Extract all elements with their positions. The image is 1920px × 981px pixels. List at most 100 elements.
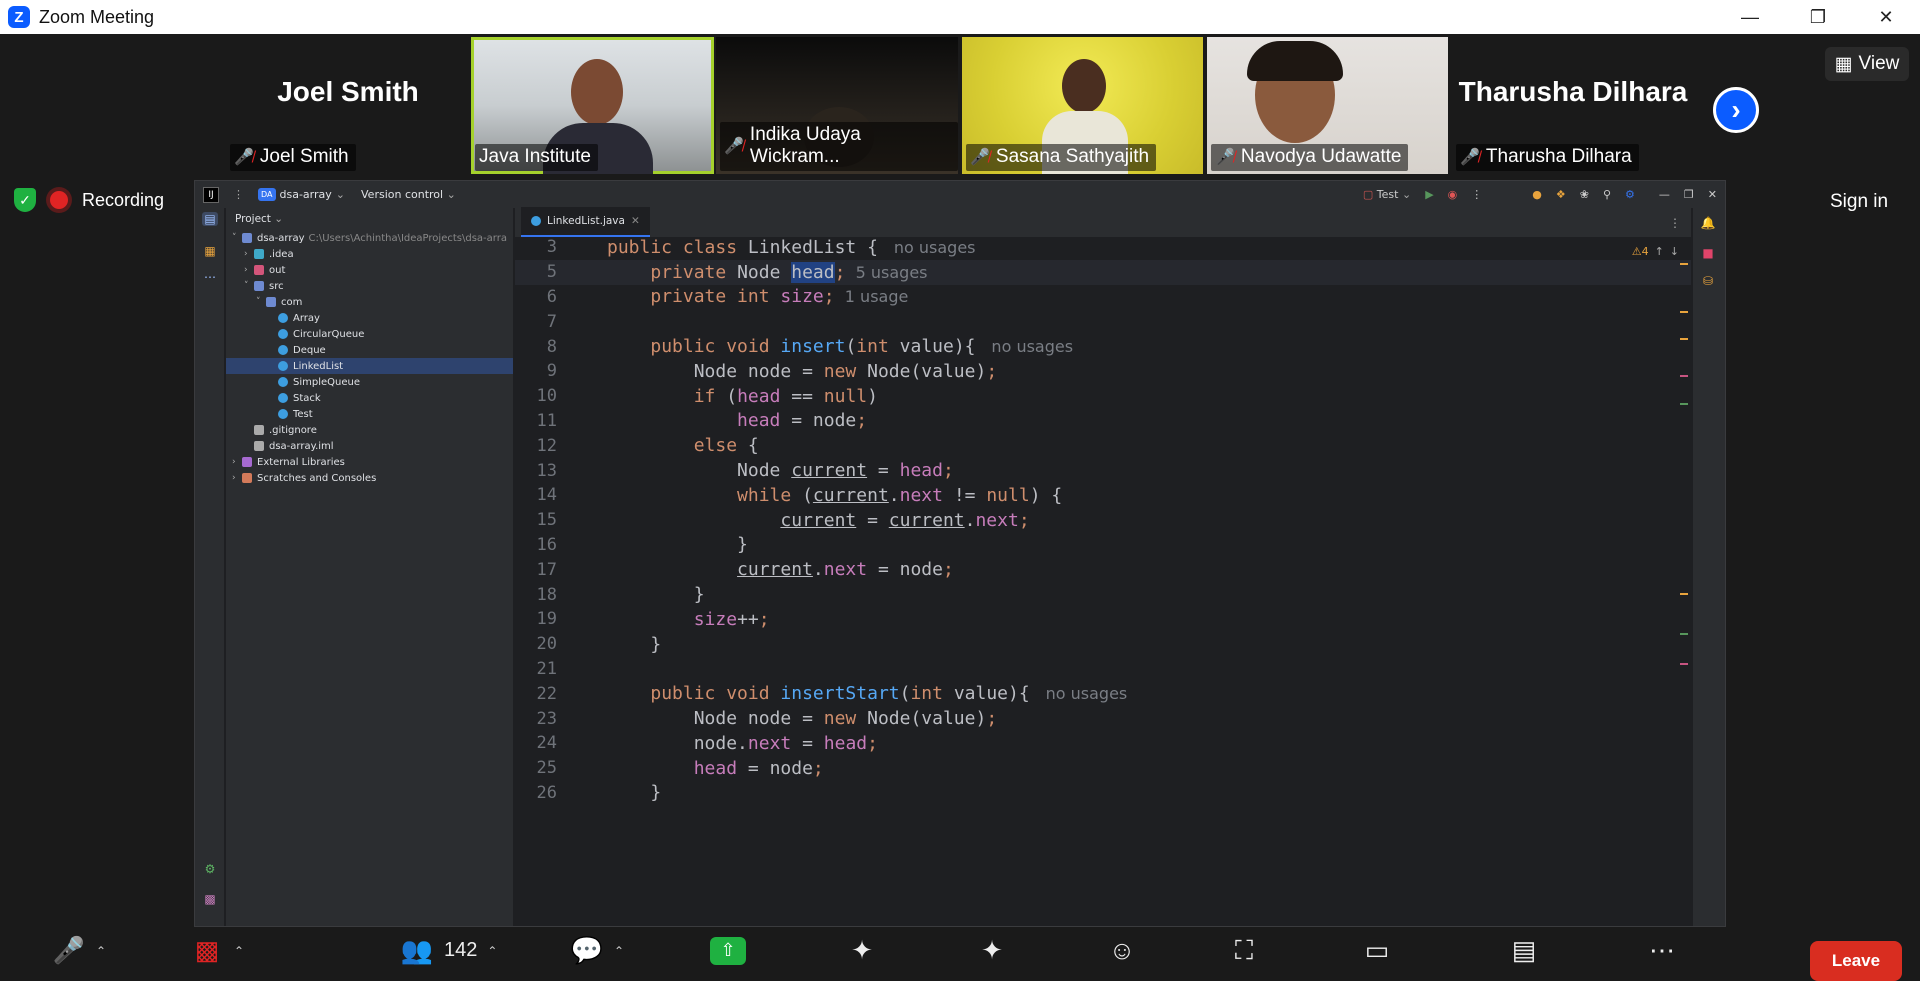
run-icon[interactable]: ▶ <box>1425 188 1433 201</box>
tree-item-simplequeue[interactable]: SimpleQueue <box>226 374 513 390</box>
minimize-button[interactable]: — <box>1716 0 1784 34</box>
chevron-right-icon[interactable]: › <box>244 249 254 259</box>
chat-button[interactable]: 💬 ⌃ <box>570 927 624 974</box>
more-tools-icon[interactable]: ⋯ <box>202 270 218 284</box>
tree-item-out[interactable]: › out <box>226 262 513 278</box>
security-shield-icon[interactable]: ✓ <box>14 188 36 212</box>
code-line[interactable]: 9 Node node = new Node(value); <box>515 359 1691 384</box>
participant-tile[interactable]: 🎤̸ Indika Udaya Wickram... <box>716 37 958 174</box>
leave-button[interactable]: Leave <box>1810 941 1902 981</box>
structure-icon[interactable]: ▦ <box>202 244 218 258</box>
reactions-button[interactable]: ☺ <box>1105 927 1139 974</box>
code-line[interactable]: 14 while (current.next != null) { <box>515 483 1691 508</box>
tree-item-external-libraries[interactable]: › External Libraries <box>226 454 513 470</box>
tab-actions-icon[interactable]: ⋮ <box>1669 216 1681 230</box>
restore-button[interactable]: ❐ <box>1784 0 1852 34</box>
tree-item-circularqueue[interactable]: CircularQueue <box>226 326 513 342</box>
code-line[interactable]: 26 } <box>515 781 1691 806</box>
apps-button[interactable]: ⛶ <box>1227 927 1261 974</box>
share-screen-button[interactable]: ⇧ <box>710 927 746 974</box>
tree-item-idea[interactable]: › .idea <box>226 246 513 262</box>
code-line[interactable]: 25 head = node; <box>515 756 1691 781</box>
debug-icon[interactable]: ◉ <box>1448 188 1458 201</box>
participant-tile-active[interactable]: Java Institute <box>471 37 714 174</box>
chevron-down-icon[interactable]: ˅ <box>232 233 242 243</box>
video-button[interactable]: ▩ ⌃ <box>190 927 244 974</box>
participant-tile[interactable]: 🎤̸ Sasana Sathyajith <box>962 37 1203 174</box>
tree-item-gitignore[interactable]: .gitignore <box>226 422 513 438</box>
tab-linkedlist-java[interactable]: LinkedList.java ✕ <box>521 207 650 237</box>
summary-button[interactable]: ✦ <box>845 927 879 974</box>
code-line[interactable]: 8 public void insert(int value){ no usag… <box>515 334 1691 359</box>
code-line[interactable]: 16 } <box>515 533 1691 558</box>
notes-button[interactable]: ▤ <box>1507 927 1541 974</box>
tree-item-dsa-array[interactable]: ˅ dsa-array C:\Users\Achintha\IdeaProjects… <box>226 230 513 246</box>
chevron-right-icon[interactable]: › <box>232 473 242 483</box>
ide-close-button[interactable]: ✕ <box>1708 188 1717 201</box>
recording-indicator[interactable]: ✓ Recording <box>14 188 164 212</box>
project-panel-header[interactable]: Project ⌄ <box>226 208 513 230</box>
tree-item-test[interactable]: Test <box>226 406 513 422</box>
code-line[interactable]: 21 <box>515 657 1691 682</box>
terminal-icon[interactable]: ▩ <box>202 892 218 906</box>
project-switcher[interactable]: DA dsa-array ⌄ <box>258 188 345 201</box>
code-line[interactable]: 19 size++; <box>515 607 1691 632</box>
code-line[interactable]: 11 head = node; <box>515 409 1691 434</box>
participants-button[interactable]: 👥 142 ⌃ <box>400 927 498 974</box>
ide-maximize-button[interactable]: ❐ <box>1684 188 1694 201</box>
code-line[interactable]: 13 Node current = head; <box>515 458 1691 483</box>
tree-item-deque[interactable]: Deque <box>226 342 513 358</box>
mute-button[interactable]: 🎤 ⌃ <box>52 927 106 974</box>
code-line[interactable]: 23 Node node = new Node(value); <box>515 706 1691 731</box>
services-icon[interactable]: ⚙ <box>202 862 218 876</box>
code-line[interactable]: 15 current = current.next; <box>515 508 1691 533</box>
tools-icon[interactable]: ❖ <box>1556 188 1566 201</box>
chevron-down-icon[interactable]: ˅ <box>256 297 266 307</box>
tree-item-array[interactable]: Array <box>226 310 513 326</box>
error-stripe[interactable] <box>1680 263 1688 756</box>
database-icon[interactable]: ⛁ <box>1700 274 1716 288</box>
code-line[interactable]: 20 } <box>515 632 1691 657</box>
tree-item-src[interactable]: ˅ src <box>226 278 513 294</box>
search-icon[interactable]: ⚲ <box>1603 188 1611 201</box>
code-area[interactable]: 3 public class LinkedList { no usages 5 pr… <box>515 239 1691 926</box>
close-button[interactable]: ✕ <box>1852 0 1920 34</box>
tree-item-linkedlist[interactable]: LinkedList <box>226 358 513 374</box>
view-button[interactable]: ▦ View <box>1825 47 1909 81</box>
chevron-down-icon[interactable]: ˅ <box>244 281 254 291</box>
participant-tile[interactable]: 🎤̸ Navodya Udawatte <box>1207 37 1448 174</box>
ai-assistant-icon[interactable]: ❀ <box>1580 188 1589 201</box>
whiteboard-button[interactable]: ▭ <box>1360 927 1394 974</box>
tree-item-stack[interactable]: Stack <box>226 390 513 406</box>
code-line[interactable]: 24 node.next = head; <box>515 731 1691 756</box>
code-with-me-icon[interactable]: ● <box>1532 188 1542 201</box>
tree-item-dsa-array-iml[interactable]: dsa-array.iml <box>226 438 513 454</box>
project-view-icon[interactable]: ▤ <box>202 212 218 226</box>
chevron-right-icon[interactable]: › <box>244 265 254 275</box>
ai-companion-button[interactable]: ✦ <box>975 927 1009 974</box>
code-line[interactable]: 7 <box>515 309 1691 334</box>
next-participants-button[interactable]: › <box>1713 87 1759 133</box>
code-line[interactable]: 10 if (head == null) <box>515 384 1691 409</box>
code-line[interactable]: 6 private int size; 1 usage <box>515 285 1691 310</box>
code-editor[interactable]: LinkedList.java ✕ ⋮ ⚠4 ↑ ↓ 3 public class L… <box>515 207 1691 926</box>
more-actions-icon[interactable]: ⋮ <box>1471 188 1482 201</box>
main-menu-icon[interactable]: ⋮ <box>233 188 244 201</box>
ai-plugin-icon[interactable]: ■ <box>1700 246 1716 260</box>
code-line[interactable]: 18 } <box>515 582 1691 607</box>
sign-in-link[interactable]: Sign in <box>1830 191 1888 213</box>
tree-item-scratches-and-consoles[interactable]: › Scratches and Consoles <box>226 470 513 486</box>
notifications-icon[interactable]: 🔔 <box>1700 216 1716 230</box>
code-line[interactable]: 5 private Node head; 5 usages <box>515 259 1691 285</box>
tree-item-com[interactable]: ˅ com <box>226 294 513 310</box>
participant-tile[interactable]: Joel Smith 🎤̸ Joel Smith <box>226 37 470 174</box>
more-button[interactable]: ⋯ <box>1645 927 1679 974</box>
participant-tile[interactable]: Tharusha Dilhara 🎤̸ Tharusha Dilhara <box>1452 37 1694 174</box>
code-line[interactable]: 17 current.next = node; <box>515 557 1691 582</box>
close-tab-icon[interactable]: ✕ <box>631 215 640 227</box>
code-line[interactable]: 12 else { <box>515 433 1691 458</box>
code-line[interactable]: 3 public class LinkedList { no usages <box>515 239 1691 260</box>
ide-minimize-button[interactable]: — <box>1659 188 1670 201</box>
run-config-selector[interactable]: ▢ Test ⌄ <box>1363 188 1411 201</box>
version-control-menu[interactable]: Version control ⌄ <box>361 188 456 201</box>
